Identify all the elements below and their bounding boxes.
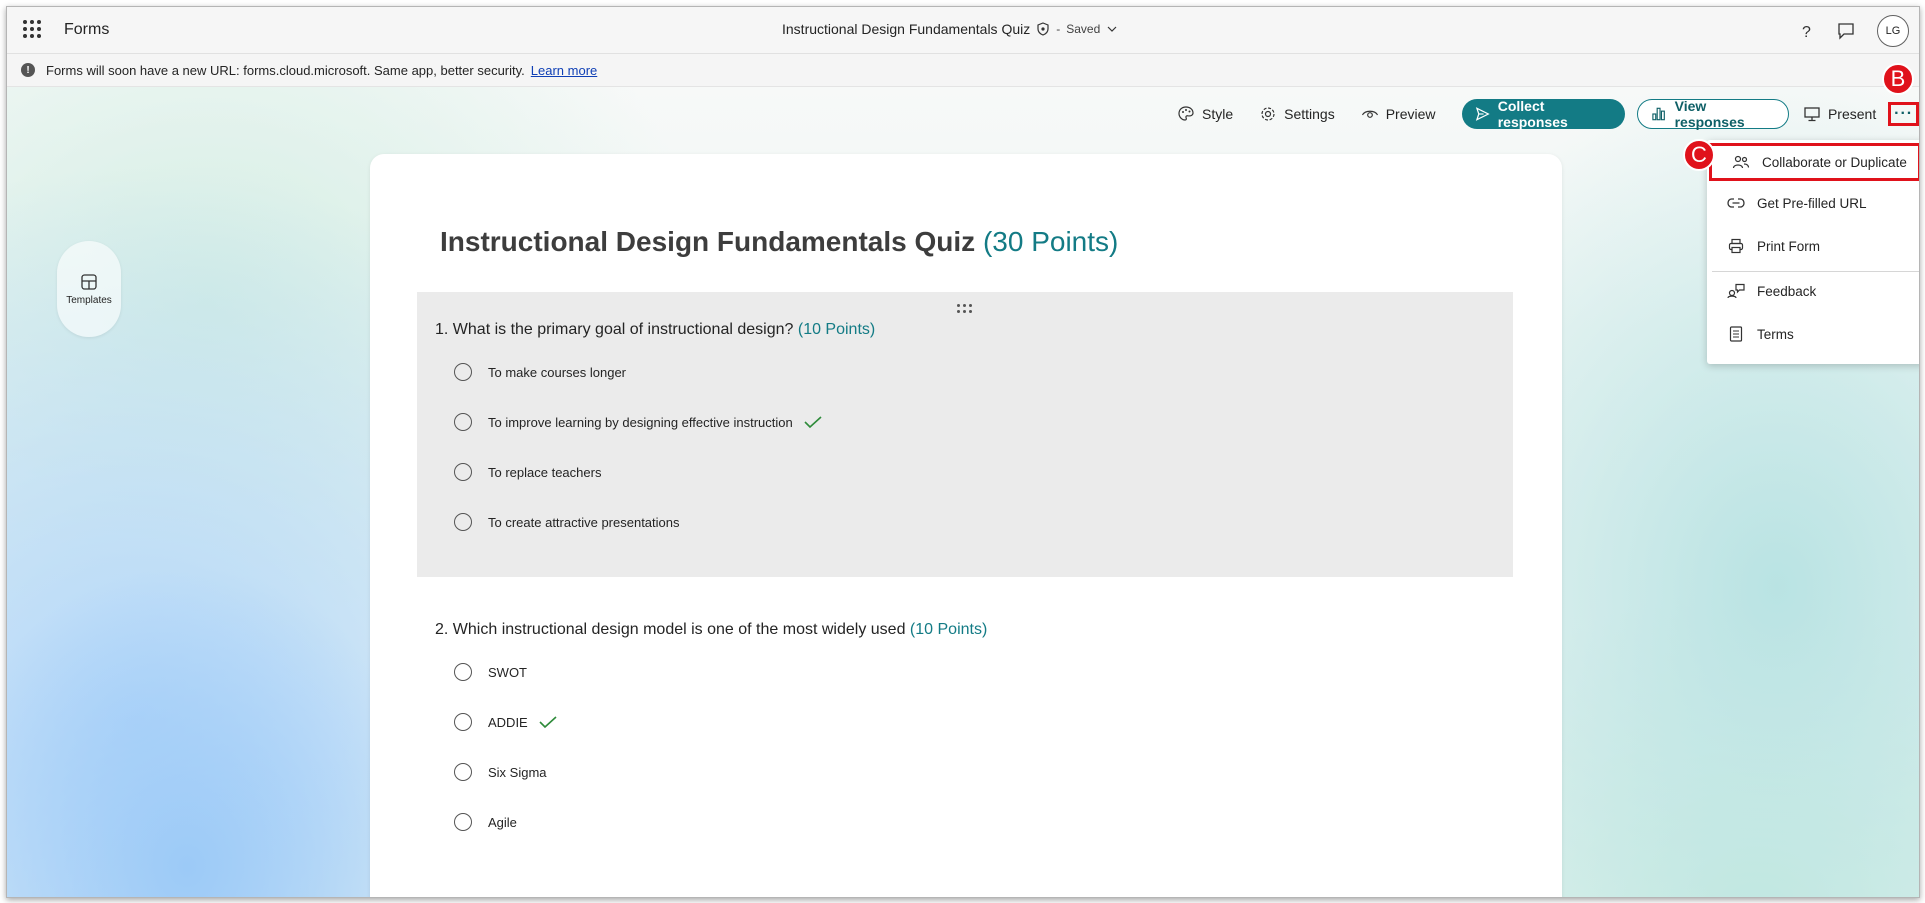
eye-icon (1361, 110, 1378, 118)
radio-button[interactable] (454, 663, 472, 681)
gear-icon (1261, 107, 1275, 121)
top-bar: Forms Instructional Design Fundamentals … (7, 7, 1919, 54)
menu-item-label: Get Pre-filled URL (1757, 195, 1867, 211)
view-responses-button[interactable]: View responses (1637, 98, 1789, 130)
templates-button[interactable]: Templates (57, 241, 121, 337)
form-card: Instructional Design Fundamentals Quiz (… (370, 154, 1562, 897)
chat-feedback-icon[interactable] (1837, 22, 1855, 40)
radio-button[interactable] (454, 763, 472, 781)
chevron-down-icon (1107, 26, 1117, 32)
document-icon (1727, 326, 1745, 342)
top-right-controls: ? LG (1797, 15, 1909, 47)
printer-icon (1727, 238, 1745, 254)
feedback-icon (1727, 283, 1745, 299)
collect-responses-label: Collect responses (1497, 98, 1568, 130)
form-title[interactable]: Instructional Design Fundamentals Quiz (… (440, 226, 1118, 258)
question-points: (10 Points) (797, 321, 876, 338)
option-label: To make courses longer (488, 364, 627, 380)
banner-text: Forms will soon have a new URL: forms.cl… (46, 62, 525, 78)
save-status: Saved (1066, 22, 1101, 36)
app-launcher-icon[interactable] (23, 20, 41, 38)
view-responses-label: View responses (1674, 98, 1745, 130)
option-row[interactable]: To make courses longer (454, 363, 626, 381)
more-options-menu: Collaborate or Duplicate Get Pre-filled … (1707, 140, 1919, 364)
option-row[interactable]: SWOT (454, 663, 527, 681)
document-title: Instructional Design Fundamentals Quiz (782, 21, 1031, 37)
preview-label: Preview (1385, 106, 1436, 122)
people-icon (1732, 154, 1750, 170)
drag-handle-icon[interactable] (957, 304, 972, 313)
menu-item-terms[interactable]: Terms (1707, 315, 1919, 353)
form-total-points: (30 Points) (982, 226, 1119, 257)
preview-button[interactable]: Preview (1361, 105, 1436, 123)
radio-button[interactable] (454, 363, 472, 381)
correct-check-icon (539, 716, 557, 729)
learn-more-link[interactable]: Learn more (531, 63, 597, 78)
option-label: ADDIE (488, 714, 528, 730)
question-text: 1. What is the primary goal of instructi… (435, 321, 794, 338)
option-row[interactable]: ADDIE (454, 713, 558, 731)
option-row[interactable]: Agile (454, 813, 517, 831)
option-label: To replace teachers (488, 464, 602, 480)
option-label: SWOT (488, 664, 527, 680)
radio-button[interactable] (454, 413, 472, 431)
question-1-title: 1. What is the primary goal of instructi… (435, 321, 875, 339)
menu-item-label: Collaborate or Duplicate (1762, 154, 1907, 170)
radio-button[interactable] (454, 463, 472, 481)
question-points: (10 Points) (909, 621, 988, 638)
present-button[interactable]: Present (1803, 105, 1876, 123)
menu-item-prefilled-url[interactable]: Get Pre-filled URL (1707, 184, 1919, 222)
info-icon: ! (21, 63, 35, 77)
option-label: To improve learning by designing effecti… (488, 414, 793, 430)
menu-item-label: Terms (1757, 326, 1794, 342)
collect-responses-button[interactable]: Collect responses (1461, 98, 1626, 130)
menu-item-print-form[interactable]: Print Form (1707, 227, 1919, 265)
radio-button[interactable] (454, 513, 472, 531)
link-icon (1727, 197, 1745, 209)
option-row[interactable]: To create attractive presentations (454, 513, 680, 531)
bar-chart-icon (1652, 107, 1666, 121)
menu-item-collaborate[interactable]: Collaborate or Duplicate (1709, 143, 1919, 181)
form-toolbar: Style Settings Preview Collect responses… (1177, 98, 1919, 130)
radio-button[interactable] (454, 713, 472, 731)
option-row[interactable]: Six Sigma (454, 763, 547, 781)
palette-icon (1178, 106, 1194, 121)
monitor-icon (1804, 107, 1820, 122)
option-label: To create attractive presentations (488, 514, 680, 530)
app-name[interactable]: Forms (64, 21, 109, 39)
settings-button[interactable]: Settings (1259, 105, 1335, 123)
option-row[interactable]: To improve learning by designing effecti… (454, 413, 823, 431)
style-label: Style (1202, 106, 1234, 122)
shield-icon (1037, 22, 1049, 36)
present-label: Present (1827, 106, 1877, 122)
question-text: 2. Which instructional design model is o… (435, 621, 906, 638)
correct-check-icon (804, 416, 822, 429)
annotation-label-c: C (1683, 139, 1715, 171)
help-icon[interactable]: ? (1797, 22, 1815, 40)
notification-banner: ! Forms will soon have a new URL: forms.… (7, 54, 1919, 87)
layout-icon (81, 273, 97, 290)
document-title-area[interactable]: Instructional Design Fundamentals Quiz -… (782, 21, 1118, 37)
option-label: Agile (488, 814, 517, 830)
menu-item-label: Feedback (1757, 283, 1817, 299)
menu-item-feedback[interactable]: Feedback (1707, 272, 1919, 310)
question-2-title: 2. Which instructional design model is o… (435, 621, 987, 639)
templates-label: Templates (66, 294, 112, 306)
avatar[interactable]: LG (1877, 15, 1909, 47)
more-options-button[interactable]: ··· (1888, 102, 1919, 126)
option-row[interactable]: To replace teachers (454, 463, 601, 481)
separator: - (1056, 22, 1061, 36)
radio-button[interactable] (454, 813, 472, 831)
send-icon (1475, 107, 1490, 121)
option-label: Six Sigma (488, 764, 547, 780)
form-title-text: Instructional Design Fundamentals Quiz (440, 226, 976, 257)
svg-text:?: ? (1802, 24, 1811, 40)
settings-label: Settings (1284, 106, 1335, 122)
style-button[interactable]: Style (1177, 105, 1233, 123)
menu-item-label: Print Form (1757, 238, 1821, 254)
annotation-label-b: B (1882, 63, 1914, 95)
app-window: Forms Instructional Design Fundamentals … (6, 6, 1920, 898)
